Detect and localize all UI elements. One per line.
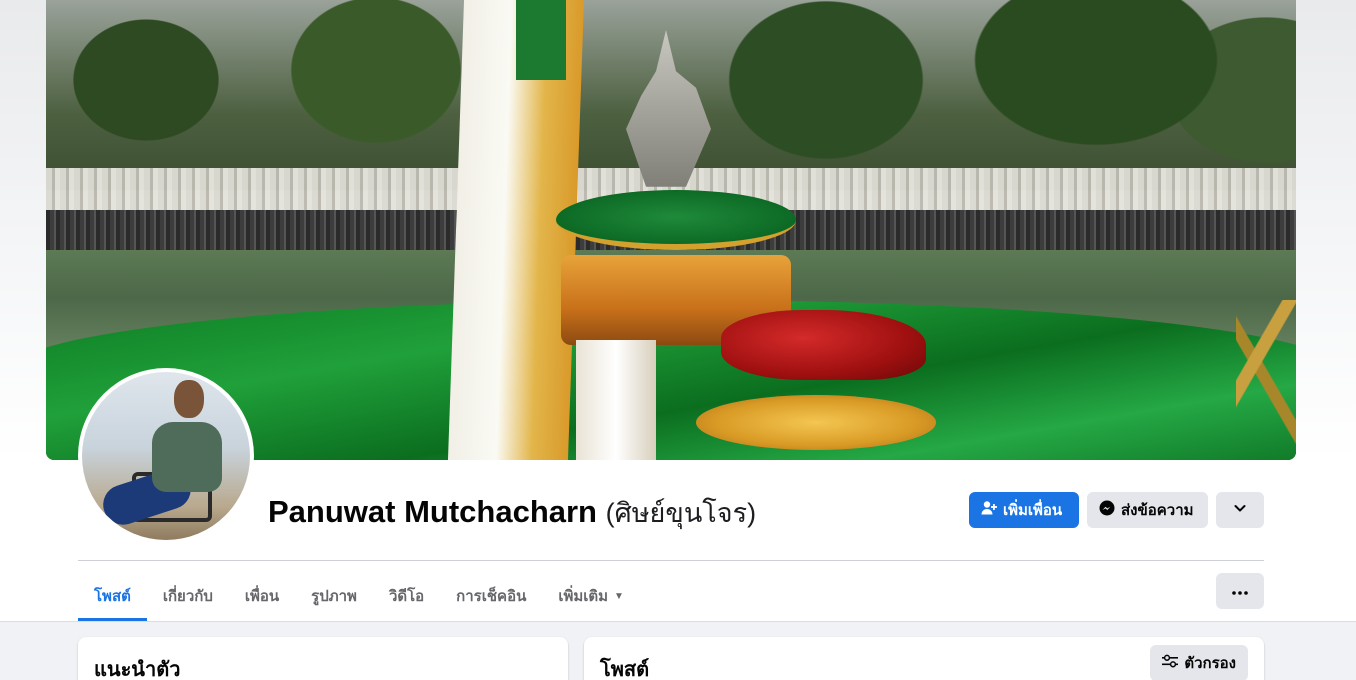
cover-gold-tray bbox=[696, 395, 936, 450]
cover-photo[interactable] bbox=[46, 0, 1296, 460]
profile-actions: เพิ่มเพื่อน ส่งข้อความ bbox=[969, 492, 1264, 528]
filter-icon bbox=[1162, 654, 1179, 672]
profile-dropdown-button[interactable] bbox=[1216, 492, 1264, 528]
chevron-down-icon bbox=[1233, 501, 1247, 519]
more-options-button[interactable] bbox=[1216, 573, 1264, 609]
posts-title: โพสต์ bbox=[600, 659, 650, 680]
message-button[interactable]: ส่งข้อความ bbox=[1087, 492, 1208, 528]
ellipsis-icon bbox=[1232, 582, 1248, 600]
avatar-person-shirt bbox=[152, 422, 222, 492]
avatar-person-head bbox=[174, 380, 204, 418]
profile-alternate-name: (ศิษย์ขุนโจร) bbox=[605, 498, 757, 528]
cover-pedestal bbox=[576, 340, 656, 460]
posts-card: โพสต์ ตัวกรอง bbox=[584, 637, 1264, 680]
tab-about-label: เกี่ยวกับ bbox=[162, 588, 213, 605]
profile-avatar[interactable] bbox=[78, 368, 254, 544]
messenger-icon bbox=[1099, 500, 1115, 520]
tab-friends[interactable]: เพื่อน bbox=[229, 571, 295, 621]
avatar-photo bbox=[82, 372, 250, 540]
tab-checkins[interactable]: การเช็คอิน bbox=[440, 571, 542, 621]
cover-plant bbox=[1236, 300, 1296, 460]
tab-photos[interactable]: รูปภาพ bbox=[295, 571, 373, 621]
profile-name-text: Panuwat Mutchacharn bbox=[268, 494, 597, 529]
tab-more-label: เพิ่มเติม bbox=[558, 588, 609, 605]
tab-posts-label: โพสต์ bbox=[94, 588, 131, 605]
message-label: ส่งข้อความ bbox=[1121, 502, 1194, 519]
add-friend-button[interactable]: เพิ่มเพื่อน bbox=[969, 492, 1079, 528]
tab-more[interactable]: เพิ่มเติม ▼ bbox=[542, 571, 640, 621]
profile-tabs: โพสต์ เกี่ยวกับ เพื่อน รูปภาพ วิดีโอ การ… bbox=[78, 571, 640, 621]
tab-videos-label: วิดีโอ bbox=[388, 588, 425, 605]
add-friend-label: เพิ่มเพื่อน bbox=[1003, 502, 1063, 519]
filter-button[interactable]: ตัวกรอง bbox=[1150, 645, 1248, 680]
tab-photos-label: รูปภาพ bbox=[311, 588, 357, 605]
tab-checkins-label: การเช็คอิน bbox=[456, 588, 527, 605]
header-divider bbox=[78, 560, 1264, 561]
tab-about[interactable]: เกี่ยวกับ bbox=[147, 571, 229, 621]
cover-flag-emblem bbox=[516, 0, 566, 80]
add-friend-icon bbox=[981, 500, 997, 520]
intro-card: แนะนำตัว bbox=[78, 637, 568, 680]
filter-label: ตัวกรอง bbox=[1184, 655, 1236, 672]
tab-videos[interactable]: วิดีโอ bbox=[373, 571, 440, 621]
cover-green-cushion bbox=[556, 190, 796, 250]
tab-friends-label: เพื่อน bbox=[244, 588, 280, 605]
intro-title: แนะนำตัว bbox=[94, 659, 181, 680]
tab-posts[interactable]: โพสต์ bbox=[78, 571, 147, 621]
cover-red-cloth bbox=[721, 310, 926, 380]
profile-name: Panuwat Mutchacharn (ศิษย์ขุนโจร) bbox=[268, 491, 756, 534]
caret-down-icon: ▼ bbox=[614, 590, 624, 602]
